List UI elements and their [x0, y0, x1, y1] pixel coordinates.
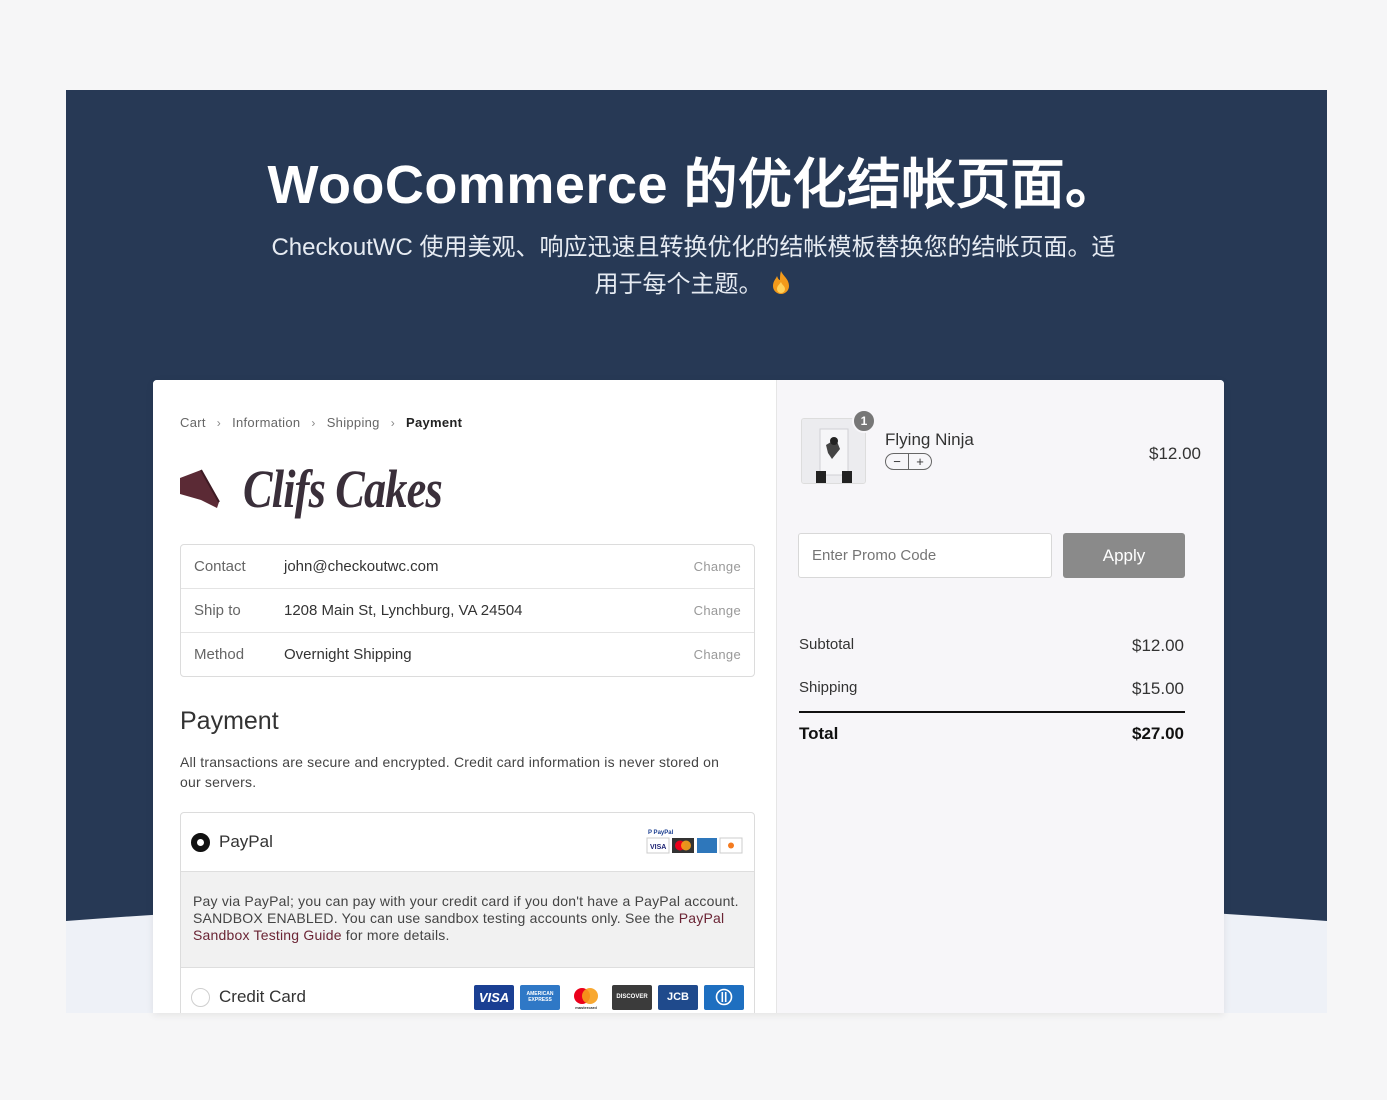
hero-subline-line-2: 用于每个主题。 [246, 266, 1141, 303]
order-summary-column: 1 Flying Ninja − + $12.00 Apply Subtotal… [776, 380, 1224, 1013]
subtotal-value: $12.00 [1132, 636, 1184, 655]
shipping-value: $15.00 [1132, 679, 1184, 698]
paypal-info-text-end: for more details. [341, 927, 450, 943]
hero-subline-text-2: 用于每个主题。 [594, 271, 763, 298]
checkout-main-column: Cart › Information › Shipping › Payment … [153, 380, 776, 1013]
breadcrumb-shipping[interactable]: Shipping [327, 415, 380, 430]
discover-icon: DISCOVER [612, 984, 652, 1010]
change-method-link[interactable]: Change [694, 647, 741, 662]
breadcrumb-information[interactable]: Information [232, 415, 300, 430]
paypal-info-text: Pay via PayPal; you can pay with your cr… [193, 893, 739, 926]
payment-method-credit-card[interactable]: Credit Card VISA AMERICAN EXPRESS master… [181, 968, 754, 1013]
product-price: $12.00 [1149, 444, 1201, 463]
payment-method-paypal[interactable]: PayPal P PayPal VISA [181, 813, 754, 871]
chevron-right-icon: › [311, 415, 316, 430]
change-contact-link[interactable]: Change [694, 559, 741, 574]
total-row: Total $27.00 [799, 724, 1184, 744]
quantity-stepper[interactable]: − + [885, 453, 932, 470]
mastercard-label: mastercard [575, 1005, 597, 1010]
checkout-preview: Cart › Information › Shipping › Payment … [153, 380, 1224, 1013]
review-label: Contact [194, 558, 246, 575]
svg-text:VISA: VISA [650, 844, 666, 851]
review-row-contact: Contact john@checkoutwc.com Change [181, 545, 754, 589]
payment-methods: PayPal P PayPal VISA Pay via PayPal; you… [180, 812, 755, 1013]
diners-club-icon [704, 984, 744, 1010]
chevron-right-icon: › [390, 415, 395, 430]
hero-subline: CheckoutWC 使用美观、响应迅速且转换优化的结帐模板替换您的结帐页面。适… [246, 229, 1141, 303]
store-logo[interactable]: Clifs Cakes [179, 458, 486, 520]
shipping-label: Shipping [799, 679, 858, 696]
breadcrumb: Cart › Information › Shipping › Payment [180, 415, 462, 430]
cart-item: 1 Flying Ninja − + $12.00 [801, 409, 1211, 484]
hero-headline: WooCommerce 的优化结帐页面。 [267, 155, 1120, 215]
subtotal-row: Subtotal $12.00 [799, 636, 1184, 656]
svg-text:P PayPal: P PayPal [648, 830, 674, 836]
review-label: Method [194, 646, 245, 663]
shipping-row: Shipping $15.00 [799, 679, 1184, 699]
amex-icon: AMERICAN EXPRESS [520, 984, 560, 1010]
breadcrumb-cart[interactable]: Cart [180, 415, 206, 430]
visa-icon: VISA [474, 984, 514, 1010]
cake-slice-icon [180, 469, 220, 508]
review-row-method: Method Overnight Shipping Change [181, 633, 754, 676]
payment-description: All transactions are secure and encrypte… [180, 754, 720, 790]
order-review-box: Contact john@checkoutwc.com Change Ship … [180, 544, 755, 677]
review-value: Overnight Shipping [284, 646, 412, 663]
increase-quantity-button[interactable]: + [908, 454, 931, 469]
store-name: Clifs Cakes [243, 459, 443, 519]
hero-subline-line-1: CheckoutWC 使用美观、响应迅速且转换优化的结帐模板替换您的结帐页面。适 [271, 234, 1116, 261]
paypal-radio[interactable] [191, 832, 210, 852]
apply-promo-button[interactable]: Apply [1063, 533, 1185, 578]
total-value: $27.00 [1132, 724, 1184, 743]
total-label: Total [799, 724, 839, 743]
review-value: 1208 Main St, Lynchburg, VA 24504 [284, 602, 523, 619]
chevron-right-icon: › [216, 415, 222, 430]
fire-icon [772, 271, 789, 294]
payment-title: Payment [180, 707, 279, 735]
payment-method-label: PayPal [219, 832, 273, 851]
breadcrumb-payment: Payment [406, 415, 463, 430]
payment-method-label: Credit Card [219, 987, 306, 1006]
quantity-badge: 1 [852, 409, 876, 433]
card-brands: VISA AMERICAN EXPRESS mastercard DISCOVE… [474, 984, 744, 1010]
review-row-ship-to: Ship to 1208 Main St, Lynchburg, VA 2450… [181, 589, 754, 633]
decrease-quantity-button[interactable]: − [886, 454, 908, 469]
review-label: Ship to [194, 602, 241, 619]
review-value: john@checkoutwc.com [284, 558, 439, 575]
promo-code-input[interactable] [798, 533, 1052, 578]
paypal-accepted-cards-icon: P PayPal VISA [646, 830, 743, 854]
totals-divider [799, 711, 1185, 713]
mastercard-icon: mastercard [566, 984, 606, 1010]
credit-card-radio[interactable] [191, 987, 210, 1007]
paypal-info-box: Pay via PayPal; you can pay with your cr… [181, 871, 754, 968]
jcb-icon: JCB [658, 984, 698, 1010]
product-name: Flying Ninja [885, 430, 974, 449]
subtotal-label: Subtotal [799, 636, 855, 653]
change-address-link[interactable]: Change [694, 603, 741, 618]
